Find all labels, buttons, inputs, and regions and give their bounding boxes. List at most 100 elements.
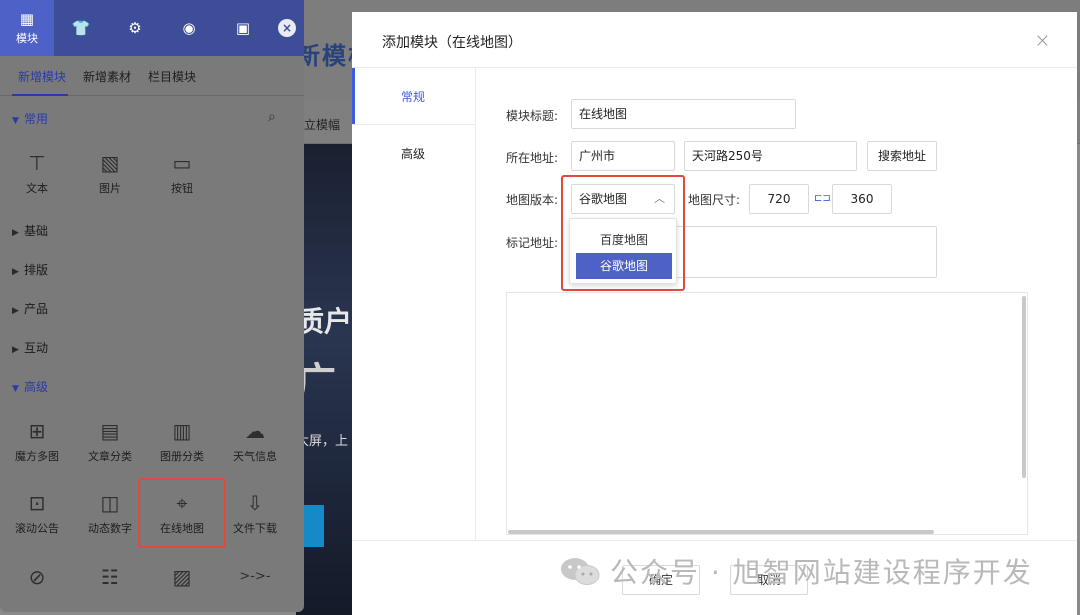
- module-label: 滚动公告: [15, 522, 59, 535]
- panel-subtabs: 新增模块 新增素材 栏目模块: [0, 56, 304, 96]
- highlight-box: [561, 175, 685, 291]
- module-label: 魔方多图: [15, 450, 59, 463]
- bg-nav-text: 立模幅: [304, 118, 341, 132]
- module-label: 动态数字: [88, 522, 132, 535]
- cube-grid-icon: ⊞: [28, 419, 46, 443]
- module-album-category[interactable]: ▥ 图册分类: [149, 418, 215, 464]
- module-label: 文章分类: [88, 450, 132, 463]
- category-common[interactable]: ▼ 常用: [12, 110, 48, 127]
- module-button[interactable]: ▭ 按钮: [149, 150, 215, 196]
- notice-icon: ⊡: [28, 491, 46, 515]
- highlight-box: [138, 478, 226, 548]
- panel-tab-browser[interactable]: ◉: [162, 0, 216, 56]
- wechat-icon: [561, 558, 600, 585]
- dialog-tab-advanced[interactable]: 高级: [352, 125, 476, 181]
- caret-down-icon: ▼: [12, 384, 19, 394]
- module-scroll-notice[interactable]: ⊡ 滚动公告: [4, 490, 70, 536]
- category-advanced[interactable]: ▼ 高级: [12, 378, 48, 395]
- add-module-dialog: 添加模块（在线地图） × 常规 高级 模块标题: 在线地图 所在地址: 广州市 …: [352, 12, 1077, 615]
- grid-icon: ▦: [19, 9, 35, 28]
- address-label: 所在地址:: [506, 151, 559, 165]
- caret-down-icon: ▼: [12, 116, 19, 126]
- subtab-new-material[interactable]: 新增素材: [83, 68, 131, 85]
- watermark: 公众号 · 旭智网站建设程序开发: [560, 550, 1033, 592]
- image-icon: ▧: [100, 151, 120, 175]
- dialog-side-nav: 常规 高级: [352, 68, 476, 540]
- category-product[interactable]: ▶ 产品: [12, 300, 48, 317]
- weather-icon: ☁: [245, 419, 265, 443]
- panel-close-button[interactable]: ×: [278, 19, 296, 37]
- link-ratio-icon[interactable]: ⊏⊐: [814, 193, 831, 204]
- module-gallery[interactable]: ▨: [149, 564, 215, 590]
- map-width-input[interactable]: 720: [749, 184, 809, 214]
- module-label: 图片: [99, 182, 121, 195]
- module-list-settings[interactable]: ☷: [77, 564, 143, 590]
- map-height-input[interactable]: 360: [832, 184, 892, 214]
- caret-right-icon: ▶: [12, 267, 19, 277]
- subtab-column-module[interactable]: 栏目模块: [148, 68, 196, 85]
- module-weather[interactable]: ☁ 天气信息: [222, 418, 288, 464]
- list-settings-icon: ☷: [101, 565, 119, 589]
- module-dynamic-number[interactable]: ◫ 动态数字: [77, 490, 143, 536]
- search-address-button[interactable]: 搜索地址: [867, 141, 937, 171]
- module-panel: ▦ 模块 👕 ⚙ ◉ ▣ × 新增模块 新增素材 栏目模块 ▼ 常用 ⌕ ⊤ 文本…: [0, 0, 304, 612]
- module-article-category[interactable]: ▤ 文章分类: [77, 418, 143, 464]
- map-size-label: 地图尺寸:: [688, 193, 741, 207]
- button-icon: ▭: [172, 151, 192, 175]
- dialog-form: 模块标题: 在线地图 所在地址: 广州市 天河路250号 搜索地址 地图版本: …: [476, 68, 1077, 540]
- dialog-close-icon[interactable]: ×: [1034, 28, 1051, 52]
- dialog-title: 添加模块（在线地图）: [382, 35, 522, 51]
- caret-right-icon: ▶: [12, 306, 19, 316]
- number-icon: ◫: [100, 491, 120, 515]
- module-label: 文件下载: [233, 522, 277, 535]
- map-preview[interactable]: [506, 292, 1028, 535]
- city-input[interactable]: 广州市: [571, 141, 675, 171]
- gear-icon: ⚙: [128, 19, 142, 37]
- panel-tab-modules[interactable]: ▦ 模块: [0, 0, 54, 56]
- shirt-icon: 👕: [71, 19, 91, 37]
- gallery-icon: ▨: [172, 565, 192, 589]
- dialog-tab-general[interactable]: 常规: [352, 68, 476, 124]
- search-icon[interactable]: ⌕: [268, 109, 276, 125]
- module-flow[interactable]: >->-: [222, 564, 288, 590]
- dialog-header: 添加模块（在线地图） ×: [352, 12, 1077, 68]
- link-icon: ⊘: [28, 565, 46, 589]
- module-link[interactable]: ⊘: [4, 564, 70, 590]
- dialog-tab-label: 常规: [401, 90, 426, 104]
- subtab-new-module[interactable]: 新增模块: [18, 68, 66, 85]
- cloud-download-icon: ⇩: [246, 491, 264, 515]
- category-basic[interactable]: ▶ 基础: [12, 222, 48, 239]
- panel-tab-label: 模块: [16, 31, 38, 45]
- flow-arrow-icon: >->-: [239, 569, 271, 584]
- module-text[interactable]: ⊤ 文本: [4, 150, 70, 196]
- module-title-input[interactable]: 在线地图: [571, 99, 796, 129]
- panel-tab-robot[interactable]: ▣: [216, 0, 270, 56]
- category-interactive[interactable]: ▶ 互动: [12, 339, 48, 356]
- category-layout[interactable]: ▶ 排版: [12, 261, 48, 278]
- vertical-scrollbar[interactable]: [1022, 296, 1026, 478]
- category-label: 产品: [24, 302, 49, 316]
- street-input[interactable]: 天河路250号: [684, 141, 857, 171]
- bg-hero-line1: 质户: [296, 305, 353, 338]
- panel-tab-bar: ▦ 模块 👕 ⚙ ◉ ▣ ×: [0, 0, 304, 56]
- module-file-download[interactable]: ⇩ 文件下载: [222, 490, 288, 536]
- caret-right-icon: ▶: [12, 345, 19, 355]
- module-label: 图册分类: [160, 450, 204, 463]
- module-label: 文本: [26, 182, 48, 195]
- caret-right-icon: ▶: [12, 228, 19, 238]
- panel-tab-settings[interactable]: ⚙: [108, 0, 162, 56]
- panel-tab-theme[interactable]: 👕: [54, 0, 108, 56]
- category-label: 高级: [24, 380, 49, 394]
- map-version-label: 地图版本:: [506, 193, 559, 207]
- category-label: 常用: [24, 112, 49, 126]
- dialog-tab-label: 高级: [401, 147, 426, 161]
- module-title-label: 模块标题:: [506, 109, 559, 123]
- robot-icon: ▣: [235, 19, 251, 37]
- module-label: 按钮: [171, 182, 193, 195]
- subtab-active-indicator: [12, 94, 68, 96]
- module-image[interactable]: ▧ 图片: [77, 150, 143, 196]
- module-cube-images[interactable]: ⊞ 魔方多图: [4, 418, 70, 464]
- horizontal-scrollbar[interactable]: [508, 530, 934, 534]
- category-label: 基础: [24, 224, 49, 238]
- category-label: 排版: [24, 263, 49, 277]
